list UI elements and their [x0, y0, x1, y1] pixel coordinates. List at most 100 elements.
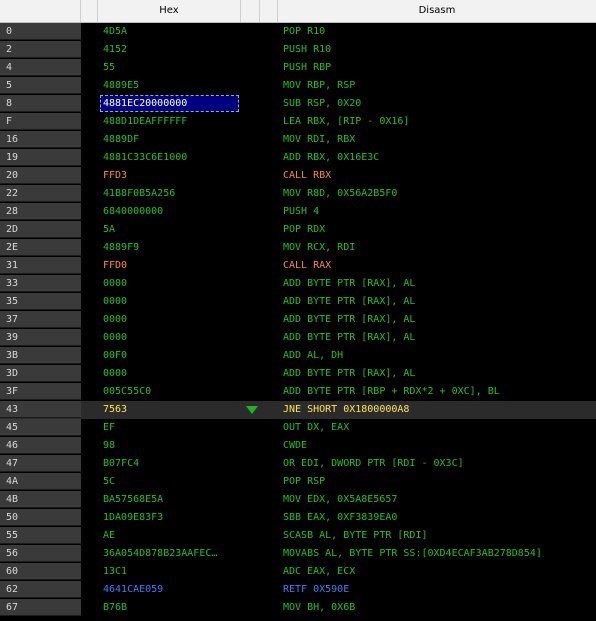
disasm-cell[interactable]: MOV RBP, RSP [283, 77, 355, 95]
instruction-row[interactable]: 2D 5A POP RDX [0, 221, 596, 239]
hex-column-header[interactable]: Hex [98, 0, 241, 22]
instruction-row[interactable]: 0 4D5A POP R10 [0, 23, 596, 41]
disasm-cell[interactable]: ADD BYTE PTR [RAX], AL [283, 275, 415, 293]
hex-cell[interactable]: 4881EC20000000 [103, 95, 187, 113]
disasm-cell[interactable]: MOV RCX, RDI [283, 239, 355, 257]
instruction-row[interactable]: 4A 5C POP RSP [0, 473, 596, 491]
instruction-row[interactable]: 3F 005C55C0 ADD BYTE PTR [RBP + RDX*2 + 0X… [0, 383, 596, 401]
instruction-row[interactable]: 4 55 PUSH RBP [0, 59, 596, 77]
hex-cell[interactable]: 4152 [103, 41, 127, 59]
disasm-cell[interactable]: PUSH R10 [283, 41, 331, 59]
instruction-row[interactable]: 60 13C1 ADC EAX, ECX [0, 563, 596, 581]
hex-cell[interactable]: 41B8F0B5A256 [103, 185, 175, 203]
hex-cell[interactable]: 36A054D878B23AAFEC… [103, 545, 217, 563]
hex-cell[interactable]: EF [103, 419, 115, 437]
disasm-cell[interactable]: POP R10 [283, 23, 325, 41]
disasm-cell[interactable]: ADC EAX, ECX [283, 563, 355, 581]
instruction-row[interactable]: 8 4881EC20000000 SUB RSP, 0X20 [0, 95, 596, 113]
instruction-row[interactable]: 33 0000 ADD BYTE PTR [RAX], AL [0, 275, 596, 293]
instruction-row[interactable]: 62 4641CAE059 RETF 0X590E [0, 581, 596, 599]
instruction-row[interactable]: 37 0000 ADD BYTE PTR [RAX], AL [0, 311, 596, 329]
disasm-cell[interactable]: CALL RAX [283, 257, 331, 275]
instruction-row[interactable]: 20 FFD3 CALL RBX [0, 167, 596, 185]
hex-cell[interactable]: 0000 [103, 329, 127, 347]
disasm-cell[interactable]: SCASB AL, BYTE PTR [RDI] [283, 527, 428, 545]
disasm-cell[interactable]: RETF 0X590E [283, 581, 349, 599]
hex-cell[interactable]: 005C55C0 [103, 383, 151, 401]
instruction-row[interactable]: 4B BA57568E5A MOV EDX, 0X5A8E5657 [0, 491, 596, 509]
hex-cell[interactable]: B76B [103, 599, 127, 617]
disasm-cell[interactable]: ADD BYTE PTR [RBP + RDX*2 + 0XC], BL [283, 383, 500, 401]
address-column-header[interactable] [0, 0, 81, 22]
instruction-row[interactable]: 5 4889E5 MOV RBP, RSP [0, 77, 596, 95]
hex-cell[interactable]: 0000 [103, 311, 127, 329]
disasm-cell[interactable]: JNE SHORT 0X1800000A8 [283, 401, 409, 419]
disasm-cell[interactable]: POP RDX [283, 221, 325, 239]
hex-cell[interactable]: 4889E5 [103, 77, 139, 95]
hex-cell[interactable]: 5A [103, 221, 115, 239]
disasm-cell[interactable]: SBB EAX, 0XF3839EA0 [283, 509, 397, 527]
disasm-cell[interactable]: OR EDI, DWORD PTR [RDI - 0X3C] [283, 455, 464, 473]
disasm-cell[interactable]: CALL RBX [283, 167, 331, 185]
disasm-cell[interactable]: ADD BYTE PTR [RAX], AL [283, 365, 415, 383]
disasm-cell[interactable]: MOV RDI, RBX [283, 131, 355, 149]
disasm-cell[interactable]: MOVABS AL, BYTE PTR SS:[0XD4ECAF3AB278D8… [283, 545, 542, 563]
instruction-row[interactable]: 19 4881C33C6E1000 ADD RBX, 0X16E3C [0, 149, 596, 167]
disasm-cell[interactable]: MOV BH, 0X6B [283, 599, 355, 617]
hex-cell[interactable]: 4641CAE059 [103, 581, 163, 599]
instruction-row[interactable]: 28 6840000000 PUSH 4 [0, 203, 596, 221]
instruction-row[interactable]: 55 AE SCASB AL, BYTE PTR [RDI] [0, 527, 596, 545]
hex-cell[interactable]: 0000 [103, 275, 127, 293]
instruction-row[interactable]: 16 4889DF MOV RDI, RBX [0, 131, 596, 149]
disasm-cell[interactable]: ADD BYTE PTR [RAX], AL [283, 329, 415, 347]
disasm-cell[interactable]: PUSH RBP [283, 59, 331, 77]
hex-cell[interactable]: 4889DF [103, 131, 139, 149]
hex-cell[interactable]: B07FC4 [103, 455, 139, 473]
instruction-row[interactable]: 31 FFD0 CALL RAX [0, 257, 596, 275]
disasm-cell[interactable]: CWDE [283, 437, 307, 455]
hex-cell[interactable]: 5C [103, 473, 115, 491]
instruction-row[interactable]: 3B 00F0 ADD AL, DH [0, 347, 596, 365]
jump-arrow-icon[interactable] [246, 406, 258, 414]
hex-cell[interactable]: 7563 [103, 401, 127, 419]
disasm-cell[interactable]: LEA RBX, [RIP - 0X16] [283, 113, 409, 131]
disasm-cell[interactable]: ADD AL, DH [283, 347, 343, 365]
hex-cell[interactable]: 55 [103, 59, 115, 77]
hex-cell[interactable]: FFD0 [103, 257, 127, 275]
disasm-cell[interactable]: ADD BYTE PTR [RAX], AL [283, 311, 415, 329]
instruction-row[interactable]: 45 EF OUT DX, EAX [0, 419, 596, 437]
instruction-row[interactable]: 39 0000 ADD BYTE PTR [RAX], AL [0, 329, 596, 347]
instruction-row[interactable]: 67 B76B MOV BH, 0X6B [0, 599, 596, 617]
hex-cell[interactable]: 488D1DEAFFFFFF [103, 113, 187, 131]
instruction-row[interactable]: F 488D1DEAFFFFFF LEA RBX, [RIP - 0X16] [0, 113, 596, 131]
disasm-column-header[interactable]: Disasm [278, 0, 596, 22]
instruction-row[interactable]: 3D 0000 ADD BYTE PTR [RAX], AL [0, 365, 596, 383]
disassembly-view[interactable]: Hex Disasm 0 4D5A POP R10 2 4152 PUSH R10 4 55 P… [0, 0, 596, 621]
instruction-row[interactable]: 43 7563 JNE SHORT 0X1800000A8 [0, 401, 596, 419]
disasm-cell[interactable]: ADD RBX, 0X16E3C [283, 149, 379, 167]
disasm-cell[interactable]: SUB RSP, 0X20 [283, 95, 361, 113]
hex-cell[interactable]: 4881C33C6E1000 [103, 149, 187, 167]
hex-cell[interactable]: 4889F9 [103, 239, 139, 257]
hex-cell[interactable]: 1DA09E83F3 [103, 509, 163, 527]
hex-cell[interactable]: BA57568E5A [103, 491, 163, 509]
disasm-cell[interactable]: MOV EDX, 0X5A8E5657 [283, 491, 397, 509]
hex-cell[interactable]: 0000 [103, 293, 127, 311]
hex-cell[interactable]: 6840000000 [103, 203, 163, 221]
hex-cell[interactable]: 4D5A [103, 23, 127, 41]
instruction-row[interactable]: 2 4152 PUSH R10 [0, 41, 596, 59]
instruction-row[interactable]: 22 41B8F0B5A256 MOV R8D, 0X56A2B5F0 [0, 185, 596, 203]
hex-cell[interactable]: 00F0 [103, 347, 127, 365]
disasm-cell[interactable]: PUSH 4 [283, 203, 319, 221]
hex-cell[interactable]: FFD3 [103, 167, 127, 185]
instruction-row[interactable]: 56 36A054D878B23AAFEC… MOVABS AL, BYTE PTR… [0, 545, 596, 563]
instruction-row[interactable]: 35 0000 ADD BYTE PTR [RAX], AL [0, 293, 596, 311]
hex-cell[interactable]: AE [103, 527, 115, 545]
hex-cell[interactable]: 13C1 [103, 563, 127, 581]
disasm-cell[interactable]: OUT DX, EAX [283, 419, 349, 437]
instruction-row[interactable]: 50 1DA09E83F3 SBB EAX, 0XF3839EA0 [0, 509, 596, 527]
instruction-row[interactable]: 46 98 CWDE [0, 437, 596, 455]
hex-cell[interactable]: 98 [103, 437, 115, 455]
disasm-cell[interactable]: MOV R8D, 0X56A2B5F0 [283, 185, 397, 203]
hex-cell[interactable]: 0000 [103, 365, 127, 383]
